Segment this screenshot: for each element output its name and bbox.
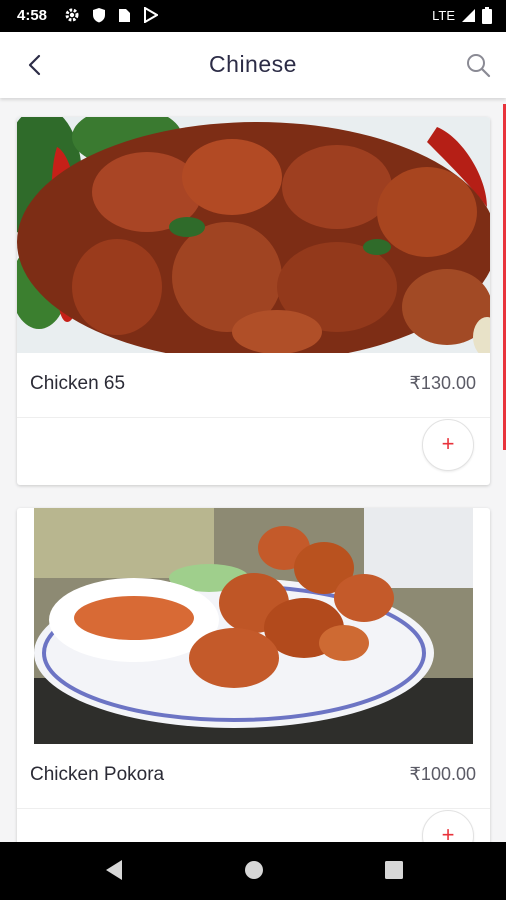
status-system-icons: LTE xyxy=(432,7,492,24)
status-time: 4:58 xyxy=(17,7,48,24)
add-to-cart-button[interactable]: + xyxy=(422,419,474,471)
recents-square-icon[interactable] xyxy=(384,859,404,881)
menu-item-price: ₹100.00 xyxy=(409,764,476,784)
food-image-chicken-65 xyxy=(17,117,490,353)
app-bar: Chinese xyxy=(0,32,506,98)
back-triangle-icon[interactable] xyxy=(104,859,124,881)
shield-icon xyxy=(93,8,105,23)
sim-card-icon xyxy=(119,9,130,22)
menu-item-name: Chicken 65 xyxy=(30,373,126,394)
battery-icon xyxy=(482,7,492,24)
status-bar: 4:58 LTE xyxy=(0,0,506,32)
signal-icon xyxy=(462,9,475,22)
add-to-cart-button[interactable]: + xyxy=(422,810,474,842)
search-icon[interactable] xyxy=(464,51,492,79)
menu-list[interactable]: Chicken 65 ₹130.00 + Chicken Pokora ₹100… xyxy=(0,100,506,842)
home-circle-icon[interactable] xyxy=(244,859,264,881)
status-notification-icons xyxy=(64,7,158,23)
menu-item-info: Chicken Pokora ₹100.00 xyxy=(17,744,490,809)
network-type: LTE xyxy=(432,8,455,23)
page-title: Chinese xyxy=(209,51,297,77)
menu-item-price: ₹130.00 xyxy=(409,373,476,393)
menu-item-card[interactable]: Chicken Pokora ₹100.00 + xyxy=(17,508,490,842)
system-navigation-bar xyxy=(0,842,506,900)
menu-item-name: Chicken Pokora xyxy=(30,764,165,785)
play-store-icon xyxy=(144,7,158,23)
settings-icon xyxy=(65,8,79,22)
menu-item-card[interactable]: Chicken 65 ₹130.00 + xyxy=(17,117,490,485)
menu-item-info: Chicken 65 ₹130.00 xyxy=(17,353,490,418)
food-image-chicken-pokora xyxy=(34,508,473,744)
